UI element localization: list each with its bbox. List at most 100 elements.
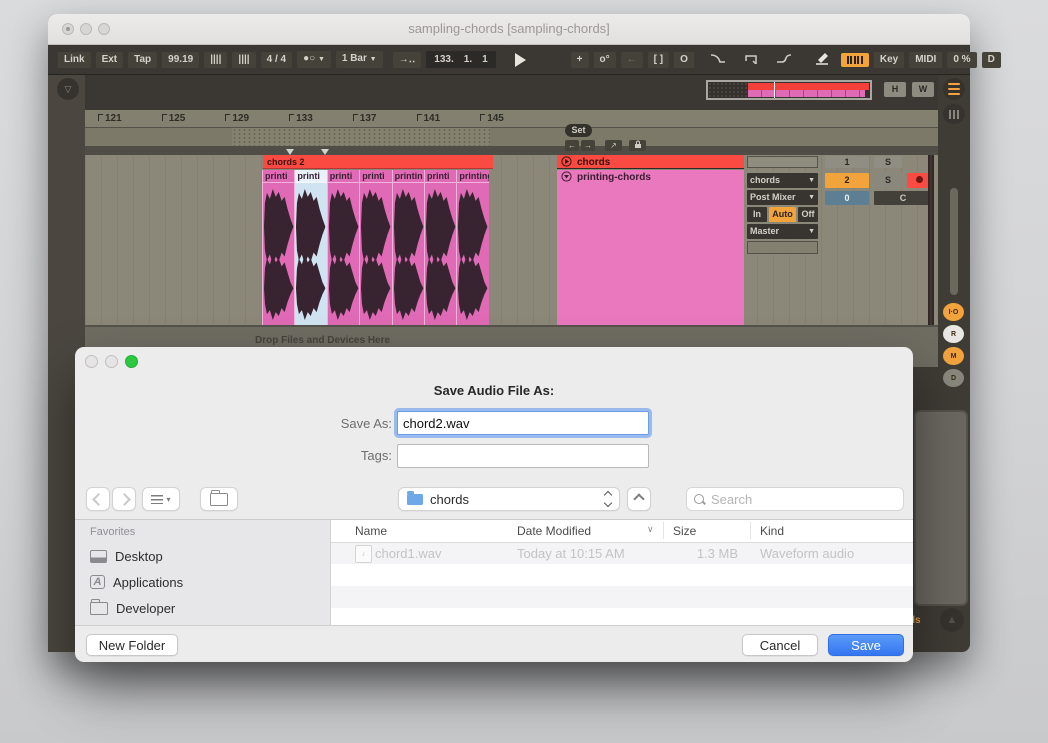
- audio-clip-printing-chords[interactable]: printin: [392, 170, 424, 325]
- lock-envelopes-icon[interactable]: [629, 140, 646, 151]
- forward-button[interactable]: [112, 487, 136, 511]
- play-icon[interactable]: [515, 53, 526, 67]
- track2-number[interactable]: 2: [825, 173, 869, 188]
- new-folder-icon-button[interactable]: [200, 487, 238, 511]
- track2-post-mixer-select[interactable]: Post Mixer▼: [747, 190, 818, 205]
- punch-region-icon[interactable]: [ ]: [648, 52, 669, 68]
- audio-clip-printing-chords[interactable]: printi: [424, 170, 456, 325]
- back-to-arrangement-icon[interactable]: ←: [621, 52, 643, 68]
- monitor-in-button[interactable]: In: [747, 207, 767, 222]
- track1-solo-button[interactable]: S: [874, 156, 902, 168]
- back-button[interactable]: [86, 487, 110, 511]
- session-view-toggle-icon[interactable]: [943, 78, 965, 100]
- collapse-dialog-button[interactable]: [627, 487, 651, 511]
- time-signature-field[interactable]: 4 / 4: [261, 52, 292, 68]
- track2-solo-button[interactable]: S: [874, 173, 902, 188]
- draw-mode-pencil-icon[interactable]: [808, 49, 836, 71]
- fold-track-icon[interactable]: [561, 171, 572, 185]
- audio-clip-printing-chords[interactable]: printi: [359, 170, 391, 325]
- show-io-toggle[interactable]: I·O: [943, 303, 964, 321]
- track2-output-select[interactable]: Master▼: [747, 224, 818, 239]
- tap-button[interactable]: Tap: [128, 52, 157, 68]
- prev-marker-icon[interactable]: ←: [565, 140, 579, 151]
- quantize-menu[interactable]: 1 Bar ▼: [336, 51, 383, 68]
- unfold-track-icon[interactable]: [561, 156, 572, 170]
- set-marker-button[interactable]: Set: [565, 124, 592, 137]
- show-browser-icon[interactable]: ▽: [57, 78, 79, 100]
- metronome-button[interactable]: ●○ ▼: [297, 51, 331, 68]
- column-date-modified[interactable]: Date Modified: [517, 524, 591, 538]
- show-delay-toggle[interactable]: D: [943, 369, 964, 387]
- capture-midi-icon[interactable]: o°: [594, 52, 616, 68]
- nudge-down-button[interactable]: ||||: [204, 52, 227, 68]
- filename-input[interactable]: [397, 411, 649, 435]
- key-map-button[interactable]: Key: [874, 52, 904, 68]
- beat-time-ruler[interactable]: 121125129133137141145: [85, 110, 938, 128]
- printing-chords-clips: printiprintiprintiprintiprintinprintipri…: [262, 170, 489, 325]
- show-mixer-toggle[interactable]: M: [943, 347, 964, 365]
- region-loop-icon[interactable]: [737, 50, 765, 70]
- audio-clip-printing-chords[interactable]: printi: [327, 170, 359, 325]
- view-mode-menu[interactable]: ▾: [142, 487, 180, 511]
- ext-button[interactable]: Ext: [96, 52, 124, 68]
- column-size[interactable]: Size: [673, 524, 696, 538]
- overview-height-button[interactable]: H: [884, 82, 906, 97]
- search-field[interactable]: [686, 487, 904, 511]
- sidebar-item-developer[interactable]: Developer: [90, 598, 175, 618]
- file-row[interactable]: ♪chord1.wavToday at 10:15 AM1.3 MBWavefo…: [331, 542, 913, 564]
- scrub-area[interactable]: [85, 128, 938, 146]
- track2-extra-box[interactable]: [747, 241, 818, 254]
- save-button[interactable]: Save: [828, 634, 904, 656]
- dialog-zoom-icon[interactable]: [125, 355, 138, 368]
- sidebar-item-applications[interactable]: AApplications: [90, 572, 183, 592]
- show-returns-toggle[interactable]: R: [943, 325, 964, 343]
- track1-fader[interactable]: [747, 156, 818, 168]
- column-kind[interactable]: Kind: [760, 524, 784, 538]
- vertical-scrollbar[interactable]: [950, 188, 958, 295]
- bar-number: 121: [98, 113, 122, 124]
- dialog-minimize-icon[interactable]: [105, 355, 118, 368]
- bar-number: 141: [417, 113, 441, 124]
- show-detail-view-icon[interactable]: ▲: [940, 608, 964, 632]
- link-button[interactable]: Link: [58, 52, 91, 68]
- computer-midi-keyboard-icon[interactable]: [841, 53, 869, 67]
- next-marker-icon[interactable]: →: [581, 140, 595, 151]
- audio-clip-printing-chords[interactable]: printing: [456, 170, 488, 325]
- monitor-off-button[interactable]: Off: [798, 207, 818, 222]
- audio-clip-printing-chords[interactable]: printi: [294, 170, 326, 325]
- track-header-printing-chords[interactable]: printing-chords: [557, 170, 744, 325]
- new-midi-button[interactable]: +: [571, 52, 589, 68]
- cancel-button[interactable]: Cancel: [742, 634, 818, 656]
- automation-curve-icon[interactable]: [770, 50, 798, 70]
- loop-end-marker[interactable]: [321, 149, 329, 155]
- sidebar-item-desktop[interactable]: Desktop: [90, 546, 163, 566]
- track2-input-select[interactable]: chords▼: [747, 173, 818, 188]
- loop-start-marker[interactable]: [286, 149, 294, 155]
- arrangement-clip-chords2[interactable]: chords 2: [263, 155, 493, 169]
- nudge-up-button[interactable]: ||||: [232, 52, 255, 68]
- audio-clip-printing-chords[interactable]: printi: [262, 170, 294, 325]
- arrangement-overview[interactable]: [706, 80, 872, 100]
- midi-map-button[interactable]: MIDI: [909, 52, 942, 68]
- arrangement-position-display[interactable]: 133. 1. 1: [426, 51, 495, 68]
- new-folder-button[interactable]: New Folder: [86, 634, 178, 656]
- overview-width-button[interactable]: W: [912, 82, 934, 97]
- tempo-field[interactable]: 99.19: [162, 52, 199, 68]
- loop-switch-icon[interactable]: O: [674, 52, 694, 68]
- column-name[interactable]: Name: [355, 524, 387, 538]
- track2-crossfade-button[interactable]: C: [874, 191, 932, 205]
- overdub-button[interactable]: D: [982, 52, 1001, 68]
- tags-input[interactable]: [397, 444, 649, 468]
- linked-track-icon[interactable]: ↗: [605, 140, 622, 151]
- search-input[interactable]: [709, 491, 896, 508]
- location-dropdown[interactable]: chords: [398, 487, 620, 511]
- track-header-chords[interactable]: chords: [557, 155, 744, 169]
- loop-region[interactable]: [232, 128, 490, 146]
- arrangement-view-toggle-icon[interactable]: [943, 104, 965, 124]
- track1-number[interactable]: 1: [825, 156, 869, 168]
- follow-button[interactable]: →‥: [393, 52, 422, 68]
- dialog-close-icon[interactable]: [85, 355, 98, 368]
- monitor-auto-button[interactable]: Auto: [769, 207, 796, 222]
- fade-curve-icon[interactable]: [704, 50, 732, 70]
- track2-send-knob[interactable]: 0: [825, 191, 869, 205]
